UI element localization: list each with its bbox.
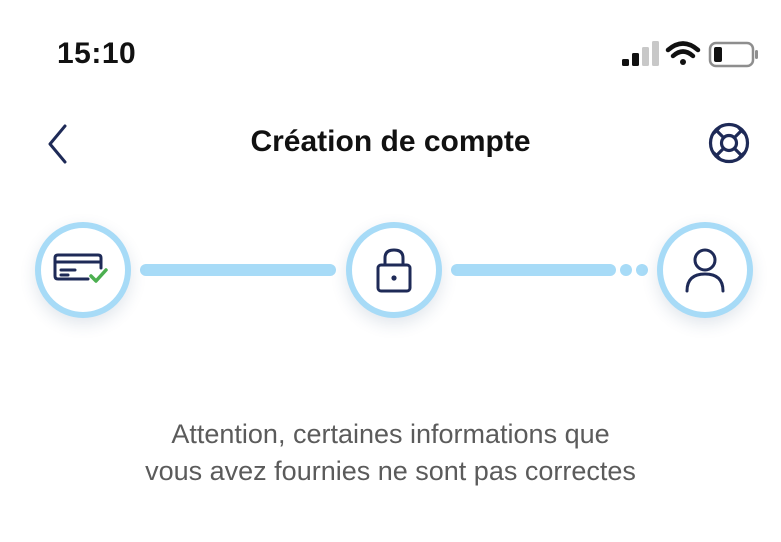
error-message: Attention, certaines informations que vo…	[0, 416, 781, 490]
wifi-icon	[665, 41, 701, 65]
battery-icon	[708, 41, 758, 68]
lifebuoy-icon	[708, 122, 750, 164]
signal-icon	[622, 41, 659, 66]
card-check-icon	[53, 253, 108, 283]
help-button[interactable]	[706, 120, 752, 166]
step-connector-dot	[636, 264, 648, 276]
account-creation-screen: 15:10 Création de compte Attention, cert…	[0, 0, 781, 542]
step-security-current	[346, 222, 442, 318]
status-time: 15:10	[57, 37, 137, 70]
lock-icon	[376, 248, 412, 293]
error-message-line: Attention, certaines informations que	[171, 419, 610, 449]
step-profile-upcoming	[657, 222, 753, 318]
step-card-completed	[35, 222, 131, 318]
progress-stepper	[0, 200, 781, 340]
step-connector-1	[140, 264, 336, 276]
error-message-line: vous avez fournies ne sont pas correctes	[145, 456, 636, 486]
step-connector-2	[451, 264, 616, 276]
step-connector-dot	[620, 264, 632, 276]
user-icon	[685, 248, 725, 293]
page-title: Création de compte	[250, 125, 531, 158]
